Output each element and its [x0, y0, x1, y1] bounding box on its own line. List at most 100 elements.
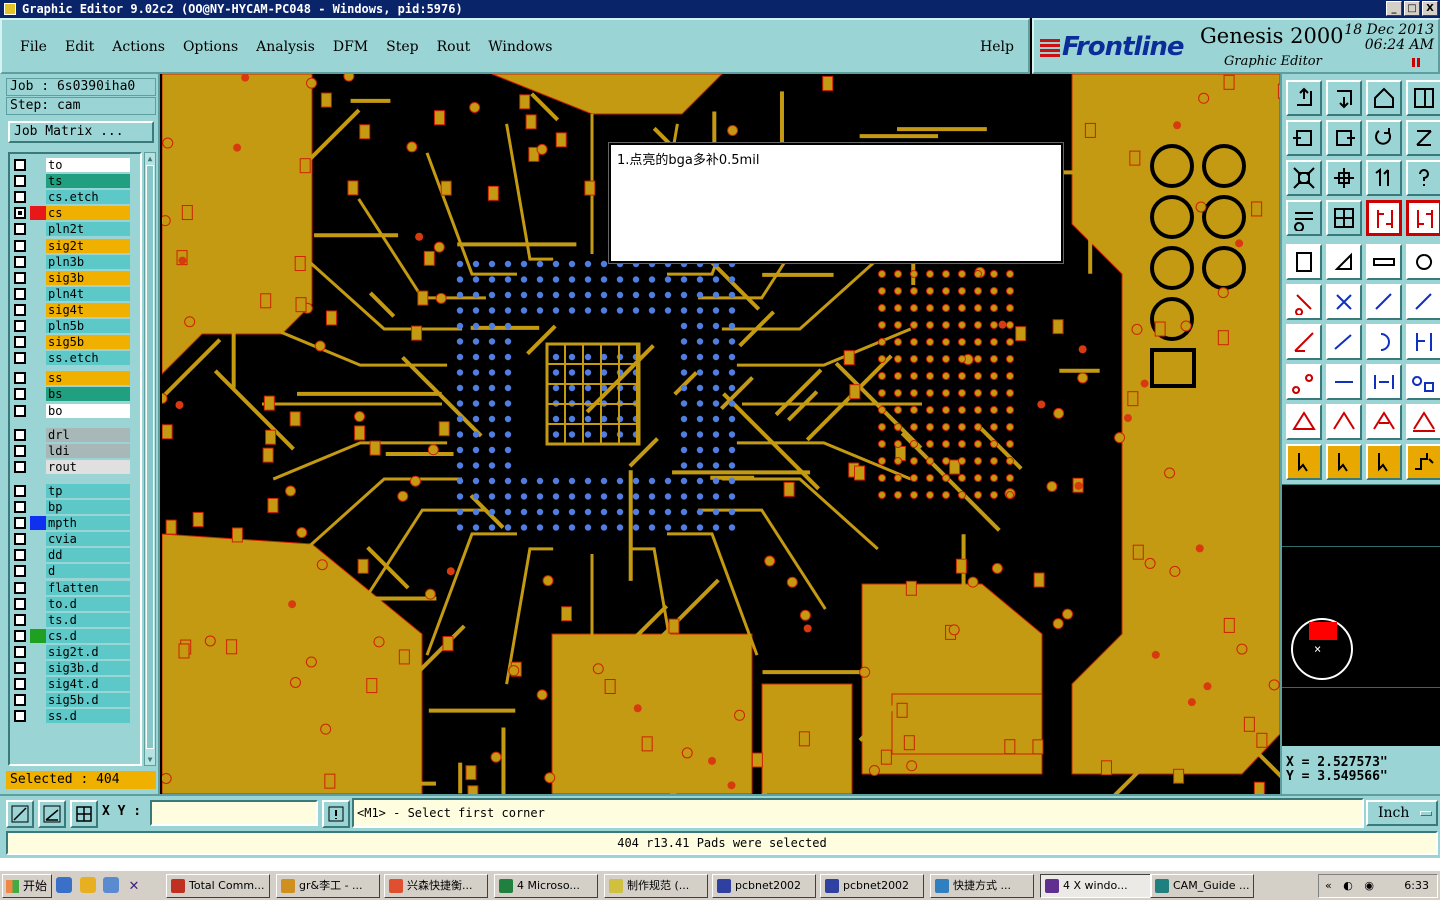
maximize-button[interactable]: □: [1404, 1, 1420, 16]
triangle-tool-2-icon[interactable]: [1326, 404, 1362, 440]
undo-icon[interactable]: [1366, 120, 1402, 156]
triangle-tool-3-icon[interactable]: [1366, 404, 1402, 440]
pause-icon[interactable]: [1412, 58, 1420, 67]
layer-row-ss[interactable]: ss: [12, 371, 140, 386]
layer-mark[interactable]: [30, 548, 46, 562]
layer-row-pln5b[interactable]: pln5b: [12, 319, 140, 333]
layer-name[interactable]: ss.d: [46, 709, 130, 724]
overview-window[interactable]: ×: [1282, 484, 1440, 746]
layer-checkbox[interactable]: [14, 565, 26, 578]
layer-checkbox[interactable]: [14, 597, 26, 610]
layer-row-to[interactable]: to: [12, 158, 140, 172]
layer-name[interactable]: ts: [46, 174, 130, 189]
layer-checkbox[interactable]: [14, 255, 26, 268]
layer-mark[interactable]: [30, 677, 46, 691]
menu-edit[interactable]: Edit: [65, 39, 94, 55]
layer-mark[interactable]: [30, 271, 46, 285]
layer-name[interactable]: sig3b: [46, 270, 130, 285]
layer-name[interactable]: to: [46, 158, 130, 172]
layer-row-cvia[interactable]: cvia: [12, 532, 140, 547]
measure-button[interactable]: [38, 800, 66, 828]
layer-name[interactable]: dd: [46, 548, 130, 563]
layer-mark[interactable]: [30, 500, 46, 514]
taskbar-item[interactable]: pcbnet2002: [712, 874, 816, 898]
move-tool-icon[interactable]: [1366, 284, 1402, 320]
layer-checkbox[interactable]: [14, 352, 26, 365]
layer-mark[interactable]: [30, 371, 46, 385]
layer-mark[interactable]: [30, 613, 46, 627]
layer-name[interactable]: cs: [46, 206, 130, 221]
layer-name[interactable]: sig3b.d: [46, 661, 130, 675]
layer-row-cs[interactable]: cs: [12, 206, 140, 221]
menu-analysis[interactable]: Analysis: [256, 39, 315, 55]
layer-mark[interactable]: [30, 532, 46, 546]
bring-to-front-icon[interactable]: [1326, 80, 1362, 116]
layer-row-bs[interactable]: bs: [12, 387, 140, 402]
layer-checkbox[interactable]: [14, 287, 26, 300]
layer-checkbox[interactable]: [14, 428, 26, 441]
layer-mark[interactable]: [30, 564, 46, 578]
layer-mark[interactable]: [30, 255, 46, 269]
pan-right-icon[interactable]: [1326, 120, 1362, 156]
layer-checkbox[interactable]: [14, 159, 26, 171]
triangle-tool-4-icon[interactable]: [1406, 404, 1440, 440]
layer-scrollbar[interactable]: ▲ ▼: [144, 152, 156, 766]
x-window-icon[interactable]: ✕: [126, 877, 142, 893]
layer-checkbox[interactable]: [14, 678, 26, 691]
layer-name[interactable]: to.d: [46, 596, 130, 611]
layer-row-pln3b[interactable]: pln3b: [12, 254, 140, 269]
menu-dfm[interactable]: DFM: [333, 39, 368, 55]
layer-checkbox[interactable]: [14, 336, 26, 349]
layer-row-sig3b[interactable]: sig3b: [12, 270, 140, 285]
grid-button[interactable]: [70, 800, 98, 828]
layer-name[interactable]: cvia: [46, 532, 130, 547]
layer-name[interactable]: bs: [46, 387, 130, 402]
select-pair-tool-icon[interactable]: [1286, 364, 1322, 400]
layer-row-bp[interactable]: bp: [12, 500, 140, 514]
layer-row-to-d[interactable]: to.d: [12, 596, 140, 611]
layer-mark[interactable]: [30, 158, 46, 172]
layer-row-sig2t-d[interactable]: sig2t.d: [12, 644, 140, 659]
layer-checkbox[interactable]: [14, 549, 26, 562]
layer-row-ldi[interactable]: ldi: [12, 443, 140, 458]
send-to-back-icon[interactable]: [1286, 80, 1322, 116]
layer-name[interactable]: sig2t.d: [46, 644, 130, 659]
layer-row-tp[interactable]: tp: [12, 483, 140, 498]
layer-mark[interactable]: [30, 387, 46, 401]
layer-row-dd[interactable]: dd: [12, 548, 140, 563]
layer-name[interactable]: ldi: [46, 443, 130, 458]
pad-tool-icon[interactable]: [1286, 244, 1322, 280]
home-icon[interactable]: [1366, 80, 1402, 116]
layer-name[interactable]: tp: [46, 483, 130, 498]
cross-tool-icon[interactable]: [1326, 284, 1362, 320]
layer-row-mpth[interactable]: mpth: [12, 516, 140, 531]
layer-name[interactable]: d: [46, 564, 130, 579]
dash-tool-icon[interactable]: [1326, 364, 1362, 400]
layer-name[interactable]: pln5b: [46, 319, 130, 333]
layer-mark[interactable]: [30, 444, 46, 458]
tools-icon[interactable]: [1286, 200, 1322, 236]
menu-options[interactable]: Options: [183, 39, 238, 55]
layer-name[interactable]: sig4t: [46, 302, 130, 317]
layer-row-pln2t[interactable]: pln2t: [12, 222, 140, 237]
triangle-tool-icon[interactable]: [1286, 404, 1322, 440]
layer-mark[interactable]: [30, 239, 46, 253]
layer-checkbox[interactable]: [14, 388, 26, 401]
layer-mark[interactable]: [30, 645, 46, 659]
menu-windows[interactable]: Windows: [488, 39, 552, 55]
layer-name[interactable]: sig2t: [46, 238, 130, 253]
layer-name[interactable]: cs.etch: [46, 190, 130, 205]
layer-mark[interactable]: [30, 206, 46, 221]
layer-row-sig5b[interactable]: sig5b: [12, 335, 140, 350]
layer-checkbox[interactable]: [14, 372, 26, 385]
layer-checkbox[interactable]: [14, 710, 26, 723]
taskbar-item[interactable]: 4 Microso...: [494, 874, 598, 898]
layer-checkbox[interactable]: [14, 223, 26, 236]
group-tool-icon[interactable]: [1406, 364, 1440, 400]
taskbar-item[interactable]: pcbnet2002: [820, 874, 924, 898]
zoom-1-2-icon[interactable]: [1366, 160, 1402, 196]
pointer-select-tool-icon[interactable]: [1326, 444, 1362, 480]
layer-row-sig4t[interactable]: sig4t: [12, 302, 140, 317]
pan-left-icon[interactable]: [1286, 120, 1322, 156]
rotate-tool-icon[interactable]: [1366, 324, 1402, 360]
